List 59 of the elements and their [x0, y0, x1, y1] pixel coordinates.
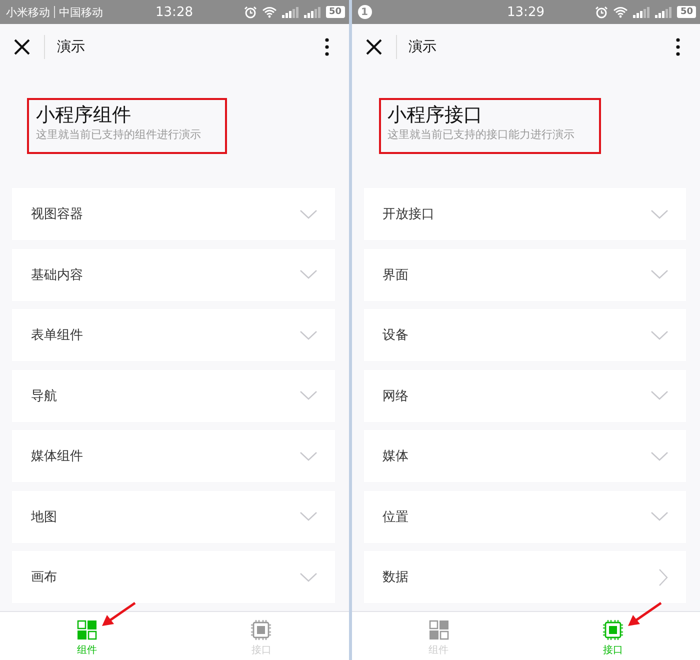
carrier-name: 小米移动	[6, 4, 50, 20]
more-icon[interactable]	[324, 38, 328, 56]
menu-item[interactable]: 设备	[364, 309, 686, 361]
wifi-icon	[262, 6, 277, 18]
pointer-arrow	[626, 602, 663, 628]
chevron-down-icon	[651, 391, 668, 400]
menu-item[interactable]: 位置	[364, 490, 686, 542]
signal-icon	[633, 6, 650, 18]
grid-icon	[428, 620, 449, 640]
menu-item[interactable]: 导航	[12, 370, 334, 422]
menu-item[interactable]: 开放接口	[364, 188, 686, 240]
signal-icon	[282, 6, 299, 18]
grid-icon	[77, 620, 98, 640]
chevron-down-icon	[300, 270, 316, 279]
menu-item[interactable]: 表单组件	[12, 309, 334, 361]
chip-icon	[251, 620, 272, 640]
chevron-down-icon	[300, 572, 316, 582]
alarm-icon	[595, 6, 608, 18]
close-icon[interactable]	[366, 39, 382, 55]
menu-item[interactable]: 界面	[364, 248, 686, 300]
page-title: 演示	[408, 38, 438, 56]
status-time: 13:28	[156, 4, 193, 20]
menu-item[interactable]: 基础内容	[12, 248, 334, 300]
signal-icon	[655, 6, 672, 18]
menu-item[interactable]: 视图容器	[12, 188, 334, 240]
wifi-icon	[613, 6, 628, 18]
status-time: 13:29	[507, 4, 544, 20]
chevron-down-icon	[300, 452, 316, 460]
chevron-down-icon	[300, 210, 316, 218]
battery-level: 50	[326, 6, 344, 18]
chevron-down-icon	[300, 330, 316, 340]
chevron-down-icon	[300, 512, 316, 521]
close-icon[interactable]	[14, 39, 30, 55]
pointer-arrow	[101, 602, 138, 628]
section-description: 这里就当前已支持的接口能力进行演示	[388, 127, 574, 143]
battery-level: 50	[677, 6, 696, 18]
chevron-down-icon	[300, 391, 316, 400]
chevron-down-icon	[651, 210, 668, 218]
chevron-down-icon	[651, 452, 668, 460]
menu-item[interactable]: 媒体组件	[12, 430, 334, 482]
carrier-name: 中国移动	[59, 4, 103, 20]
chevron-right-icon	[659, 568, 668, 586]
signal-icon	[304, 6, 321, 18]
section-title: 小程序接口	[388, 103, 484, 127]
chip-icon	[602, 620, 623, 640]
more-icon[interactable]	[676, 38, 680, 56]
chevron-down-icon	[651, 512, 668, 521]
alarm-icon	[244, 6, 257, 18]
chevron-down-icon	[651, 330, 668, 340]
menu-item[interactable]: 数据	[364, 551, 686, 603]
section-title: 小程序组件	[36, 103, 132, 127]
notification-badge: 1	[358, 5, 372, 19]
menu-item[interactable]: 网络	[364, 370, 686, 422]
section-description: 这里就当前已支持的组件进行演示	[36, 127, 201, 143]
menu-item[interactable]: 画布	[12, 551, 334, 603]
menu-item[interactable]: 媒体	[364, 430, 686, 482]
menu-item[interactable]: 地图	[12, 490, 334, 542]
chevron-down-icon	[651, 270, 668, 279]
page-title: 演示	[57, 38, 86, 56]
